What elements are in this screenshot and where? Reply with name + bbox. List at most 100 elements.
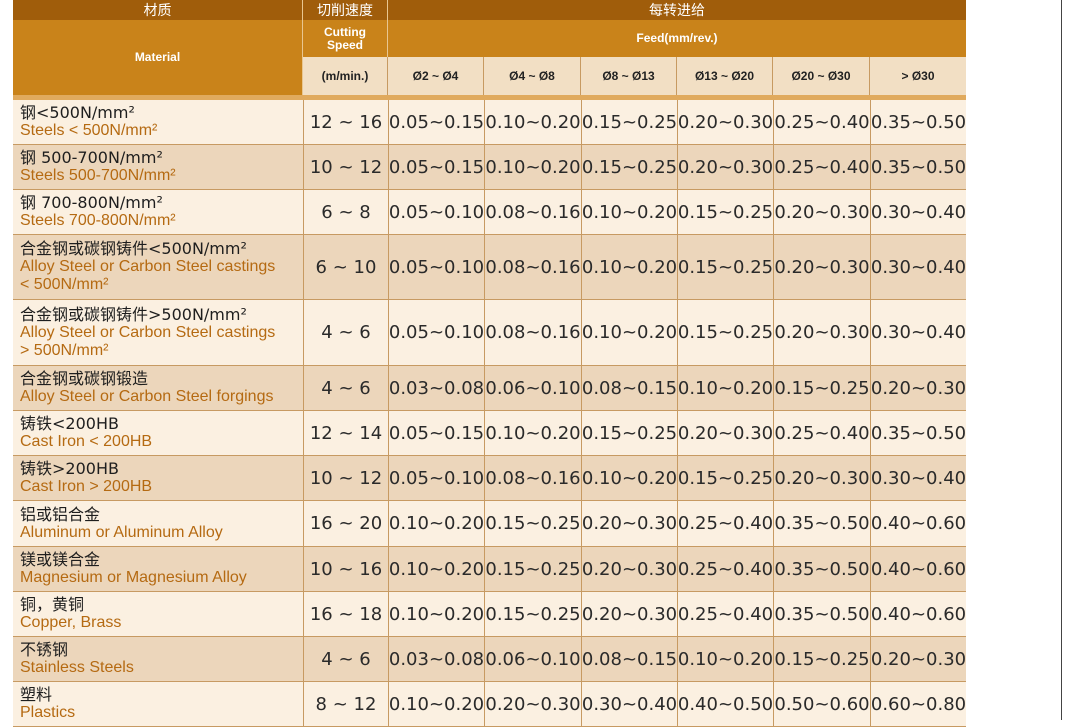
table-row: 铝或铝合金 Aluminum or Aluminum Alloy 16 ~ 20 … xyxy=(13,501,966,547)
material-cell: 镁或镁合金 Magnesium or Magnesium Alloy xyxy=(13,547,303,591)
material-cell: 铸铁>200HB Cast Iron > 200HB xyxy=(13,456,303,500)
feed-cell: 0.10~0.20 xyxy=(388,547,484,591)
feed-cell: 0.15~0.25 xyxy=(581,145,677,189)
feed-cell: 0.08~0.16 xyxy=(484,300,581,365)
feed-cell: 0.20~0.30 xyxy=(677,145,773,189)
feed-cell: 0.08~0.15 xyxy=(581,366,677,410)
feed-cell: 0.40~0.50 xyxy=(677,682,773,726)
material-cell: 合金钢或碳钢铸件<500N/mm² Alloy Steel or Carbon S… xyxy=(13,235,303,299)
material-cell: 合金钢或碳钢铸件>500N/mm² Alloy Steel or Carbon S… xyxy=(13,300,303,365)
feed-cell: 0.08~0.15 xyxy=(581,637,677,681)
feed-cell: 0.20~0.30 xyxy=(870,637,966,681)
speed-cell: 8 ~ 12 xyxy=(303,682,388,726)
material-cn: 合金钢或碳钢铸件>500N/mm² xyxy=(20,304,247,324)
material-en: Steels 500-700N/mm² xyxy=(20,167,176,184)
feed-cell: 0.25~0.40 xyxy=(773,100,870,144)
feed-cell: 0.15~0.25 xyxy=(484,592,581,636)
material-cn: 铸铁>200HB xyxy=(20,459,119,478)
feed-cell: 0.25~0.40 xyxy=(677,501,773,546)
material-cn: 不锈钢 xyxy=(20,640,69,659)
feed-cell: 0.35~0.50 xyxy=(773,592,870,636)
feed-cell: 0.20~0.30 xyxy=(773,300,870,365)
table-row: 塑料 Plastics 8 ~ 12 0.10~0.20 0.20~0.30 0.… xyxy=(13,682,966,727)
feed-cell: 0.35~0.50 xyxy=(870,411,966,455)
feed-cell: 0.25~0.40 xyxy=(677,547,773,591)
feed-cell: 0.20~0.30 xyxy=(773,456,870,500)
feed-cell: 0.40~0.60 xyxy=(870,592,966,636)
speed-cell: 4 ~ 6 xyxy=(303,366,388,410)
feed-cell: 0.30~0.40 xyxy=(870,300,966,365)
feed-cell: 0.20~0.30 xyxy=(581,547,677,591)
header-diameter-4: Ø13 ~ Ø20 xyxy=(677,57,773,95)
feed-cell: 0.35~0.50 xyxy=(773,501,870,546)
feed-cell: 0.15~0.25 xyxy=(484,501,581,546)
feed-cell: 0.15~0.25 xyxy=(677,456,773,500)
material-en: Alloy Steel or Carbon Steel forgings xyxy=(20,388,274,405)
header-diameter-5: Ø20 ~ Ø30 xyxy=(773,57,870,95)
header-material-cn: 材质 xyxy=(13,0,303,20)
material-cell: 铸铁<200HB Cast Iron < 200HB xyxy=(13,411,303,455)
feed-cell: 0.10~0.20 xyxy=(581,456,677,500)
feed-cell: 0.05~0.15 xyxy=(388,411,484,455)
feed-cell: 0.20~0.30 xyxy=(581,592,677,636)
feed-cell: 0.10~0.20 xyxy=(484,145,581,189)
table-row: 铸铁>200HB Cast Iron > 200HB 10 ~ 12 0.05~0… xyxy=(13,456,966,501)
feed-cell: 0.10~0.20 xyxy=(677,366,773,410)
material-cn: 铜，黄铜 xyxy=(20,595,85,614)
material-en: Alloy Steel or Carbon Steel castings xyxy=(20,258,276,275)
material-cell: 铜，黄铜 Copper, Brass xyxy=(13,592,303,636)
material-cn: 镁或镁合金 xyxy=(20,550,101,569)
table-row: 镁或镁合金 Magnesium or Magnesium Alloy 10 ~ 1… xyxy=(13,547,966,592)
feed-cell: 0.35~0.50 xyxy=(870,100,966,144)
feed-cell: 0.15~0.25 xyxy=(773,637,870,681)
feed-cell: 0.06~0.10 xyxy=(484,637,581,681)
feed-cell: 0.30~0.40 xyxy=(870,456,966,500)
material-en: Plastics xyxy=(20,704,76,721)
speed-cell: 16 ~ 20 xyxy=(303,501,388,546)
feed-cell: 0.30~0.40 xyxy=(870,235,966,299)
material-en: Aluminum or Aluminum Alloy xyxy=(20,523,223,541)
table-row: 合金钢或碳钢铸件<500N/mm² Alloy Steel or Carbon S… xyxy=(13,235,966,300)
material-cell: 合金钢或碳钢锻造 Alloy Steel or Carbon Steel forg… xyxy=(13,366,303,410)
header-diameter-1: Ø2 ~ Ø4 xyxy=(388,57,484,95)
feed-cell: 0.10~0.20 xyxy=(581,190,677,234)
material-cn: 钢 700-800N/mm² xyxy=(20,193,163,212)
material-en: Alloy Steel or Carbon Steel castings xyxy=(20,323,276,341)
header-material-en: Material xyxy=(13,20,303,95)
feed-cell: 0.25~0.40 xyxy=(773,145,870,189)
header-feed-cn: 每转进给 xyxy=(649,3,705,19)
material-en: Cast Iron < 200HB xyxy=(20,433,153,450)
header-speed-unit: (m/min.) xyxy=(303,57,388,95)
table-row: 铸铁<200HB Cast Iron < 200HB 12 ~ 14 0.05~0… xyxy=(13,411,966,456)
feed-cell: 0.08~0.16 xyxy=(484,190,581,234)
feed-cell: 0.20~0.30 xyxy=(581,501,677,546)
material-cn: 铝或铝合金 xyxy=(20,504,101,524)
feed-cell: 0.10~0.20 xyxy=(484,100,581,144)
material-cn: 钢 500-700N/mm² xyxy=(20,148,163,167)
header-diameter-3: Ø8 ~ Ø13 xyxy=(581,57,677,95)
header-feed-en: Feed(mm/rev.) xyxy=(636,31,718,45)
feed-cell: 0.05~0.15 xyxy=(388,100,484,144)
feed-cell: 0.05~0.10 xyxy=(388,190,484,234)
material-cn: 合金钢或碳钢铸件<500N/mm² xyxy=(20,239,247,258)
table-row: 钢 500-700N/mm² Steels 500-700N/mm² 10 ~ 1… xyxy=(13,145,966,190)
material-en: Steels 700-800N/mm² xyxy=(20,212,176,229)
feed-cell: 0.15~0.25 xyxy=(677,235,773,299)
page-edge-line xyxy=(1061,0,1062,720)
feed-cell: 0.15~0.25 xyxy=(677,190,773,234)
material-en: Steels < 500N/mm² xyxy=(20,122,158,139)
feed-cell: 0.03~0.08 xyxy=(388,637,484,681)
feed-cell: 0.05~0.10 xyxy=(388,456,484,500)
feed-cell: 0.25~0.40 xyxy=(773,411,870,455)
header-diameter-6: > Ø30 xyxy=(901,69,935,83)
feed-cell: 0.60~0.80 xyxy=(870,682,966,726)
material-en: Magnesium or Magnesium Alloy xyxy=(20,569,247,586)
feed-cell: 0.10~0.20 xyxy=(388,501,484,546)
material-cell: 钢 700-800N/mm² Steels 700-800N/mm² xyxy=(13,190,303,234)
feed-cell: 0.15~0.25 xyxy=(581,100,677,144)
feed-cell: 0.06~0.10 xyxy=(484,366,581,410)
feed-cell: 0.20~0.30 xyxy=(677,411,773,455)
feed-cell: 0.40~0.60 xyxy=(870,547,966,591)
feed-cell: 0.35~0.50 xyxy=(870,145,966,189)
feed-cell: 0.50~0.60 xyxy=(773,682,870,726)
